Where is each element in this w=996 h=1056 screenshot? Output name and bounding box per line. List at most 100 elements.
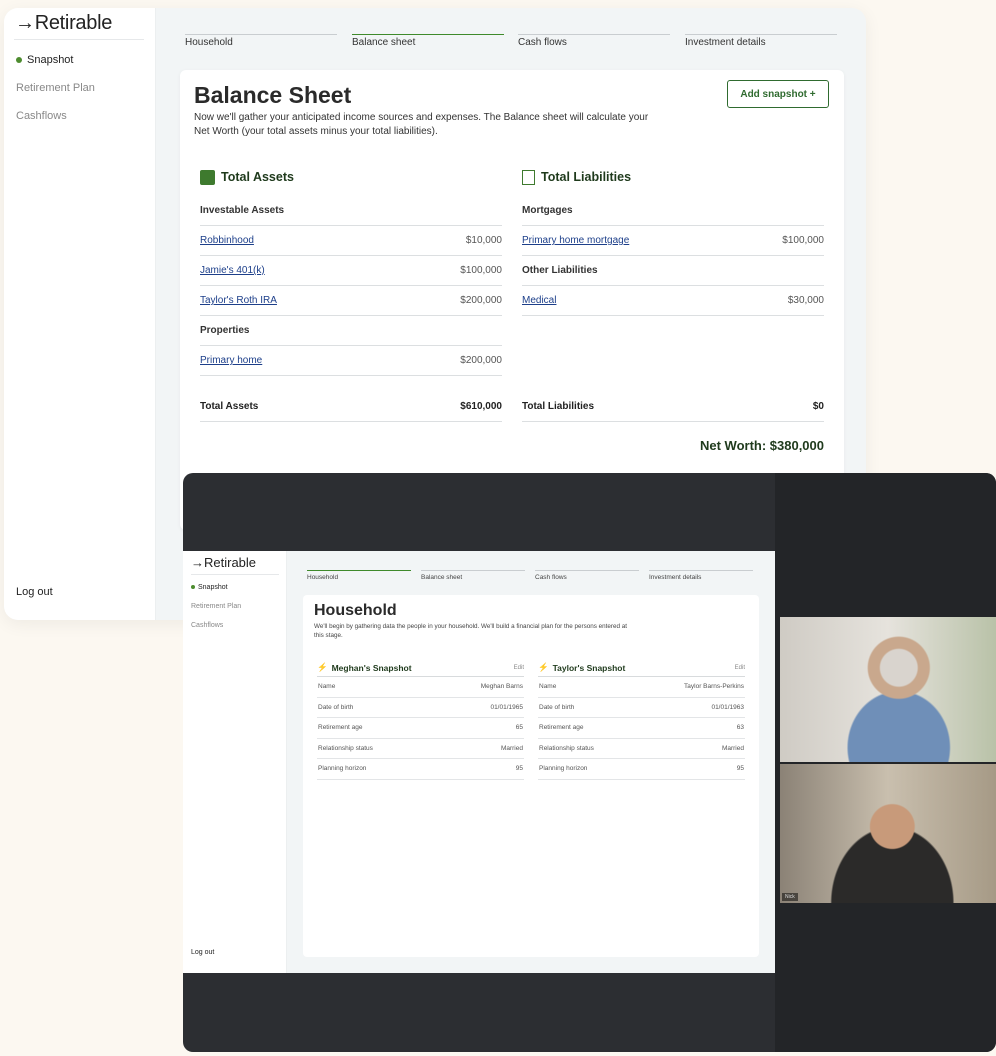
divider: [191, 574, 279, 575]
value: $200,000: [460, 295, 502, 306]
value: 65: [515, 724, 523, 732]
value: $610,000: [460, 401, 502, 412]
table-row: Robbinhood $10,000: [200, 226, 502, 256]
participant-name-label: Nick: [782, 893, 798, 901]
table-row: Relationship status Married: [538, 739, 745, 759]
table-row: Date of birth 01/01/1963: [538, 698, 745, 718]
assets-column: Total Assets Investable Assets Robbinhoo…: [200, 166, 502, 422]
label: Mortgages: [522, 205, 573, 216]
edit-button[interactable]: Edit: [514, 665, 524, 671]
sidebar-item-cashflows[interactable]: Cashflows: [16, 110, 67, 122]
add-snapshot-button[interactable]: Add snapshot +: [727, 80, 829, 108]
liability-link[interactable]: Primary home mortgage: [522, 235, 629, 246]
liabilities-column: Total Liabilities Mortgages Primary home…: [522, 166, 824, 453]
total-assets-row: Total Assets $610,000: [200, 392, 502, 422]
tab-cash-flows[interactable]: Cash flows: [518, 34, 670, 48]
table-row: Retirement age 63: [538, 718, 745, 739]
active-dot-icon: [16, 57, 22, 64]
divider: [14, 39, 144, 40]
active-dot-icon: [191, 585, 195, 590]
page-description: Now we'll gather your anticipated income…: [194, 112, 649, 137]
label: Planning horizon: [318, 765, 367, 773]
sidebar-item-retirement-plan[interactable]: Retirement Plan: [191, 603, 241, 610]
shared-sidebar: →Retirable Snapshot Retirement Plan Cash…: [183, 551, 287, 973]
label: Relationship status: [539, 744, 594, 752]
group-header: Mortgages: [522, 196, 824, 226]
label: Date of birth: [318, 703, 354, 711]
total-liabilities-row: Total Liabilities $0: [522, 392, 824, 422]
liability-link[interactable]: Medical: [522, 295, 556, 306]
label: Retirement age: [318, 724, 363, 732]
table-row: Taylor's Roth IRA $200,000: [200, 286, 502, 316]
value: Married: [721, 744, 744, 752]
page-description: We'll begin by gathering data the people…: [314, 623, 628, 639]
value: $100,000: [460, 265, 502, 276]
participant-video-woman[interactable]: [780, 617, 996, 762]
label: Properties: [200, 325, 250, 336]
lightning-icon: ⚡: [538, 662, 549, 672]
tab-household[interactable]: Household: [185, 34, 337, 48]
logo: →Retirable: [191, 555, 257, 570]
logo: →Retirable: [15, 12, 113, 34]
shared-screen: →Retirable Snapshot Retirement Plan Cash…: [183, 551, 775, 973]
tab-balance-sheet[interactable]: Balance sheet: [352, 34, 504, 48]
asset-link[interactable]: Robbinhood: [200, 235, 254, 246]
group-header: Other Liabilities: [522, 256, 824, 286]
label: Snapshot: [198, 584, 228, 591]
table-row: Relationship status Married: [317, 739, 524, 759]
table-row: Medical $30,000: [522, 286, 824, 316]
sidebar-item-snapshot[interactable]: Snapshot: [191, 584, 228, 591]
liabilities-heading: Total Liabilities: [541, 170, 632, 184]
table-row: Name Taylor Barns-Perkins: [538, 677, 745, 698]
net-worth: Net Worth: $380,000: [699, 438, 824, 453]
assets-heading: Total Assets: [221, 170, 294, 184]
tab-household[interactable]: Household: [307, 570, 411, 581]
tab-investment-details[interactable]: Investment details: [685, 34, 837, 48]
label: Name: [318, 683, 336, 691]
value: $100,000: [782, 235, 824, 246]
sidebar: →Retirable Snapshot Retirement Plan Cash…: [4, 8, 156, 620]
sidebar-item-retirement-plan[interactable]: Retirement Plan: [16, 82, 95, 94]
label: Retirement age: [539, 724, 584, 732]
table-row: Retirement age 65: [317, 718, 524, 739]
label: Other Liabilities: [522, 265, 598, 276]
table-row: Planning horizon 95: [538, 759, 745, 780]
value: $30,000: [787, 295, 824, 306]
label: Investable Assets: [200, 205, 285, 216]
table-row: Name Meghan Barns: [317, 677, 524, 698]
taylor-snapshot: ⚡ Taylor's Snapshot Edit Name Taylor Barns…: [538, 659, 745, 780]
page-title: Balance Sheet: [194, 82, 352, 108]
tab-balance-sheet[interactable]: Balance sheet: [421, 570, 525, 581]
money-shield-icon: [200, 169, 215, 185]
value: 95: [515, 765, 523, 773]
participants-panel: Nick: [775, 473, 996, 1052]
label: Total Liabilities: [522, 401, 595, 412]
label: Relationship status: [318, 744, 373, 752]
value: 63: [736, 724, 744, 732]
asset-link[interactable]: Taylor's Roth IRA: [200, 295, 277, 306]
sidebar-item-cashflows[interactable]: Cashflows: [191, 622, 223, 629]
value: Meghan Barns: [480, 683, 523, 691]
edit-button[interactable]: Edit: [735, 665, 745, 671]
ledger-icon: [522, 169, 535, 185]
video-call-window: →Retirable Snapshot Retirement Plan Cash…: [183, 473, 996, 1052]
sidebar-item-snapshot[interactable]: Snapshot: [16, 54, 73, 66]
logout-link[interactable]: Log out: [191, 949, 214, 956]
group-header: Properties: [200, 316, 502, 346]
table-row: Date of birth 01/01/1965: [317, 698, 524, 718]
tab-cash-flows[interactable]: Cash flows: [535, 570, 639, 581]
table-row: Primary home mortgage $100,000: [522, 226, 824, 256]
participant-video-nick[interactable]: Nick: [780, 764, 996, 903]
snapshot-title: Taylor's Snapshot: [552, 662, 626, 673]
meghan-snapshot: ⚡ Meghan's Snapshot Edit Name Meghan Barns…: [317, 659, 524, 780]
value: $10,000: [465, 235, 502, 246]
asset-link[interactable]: Jamie's 401(k): [200, 265, 265, 276]
label: Planning horizon: [539, 765, 588, 773]
asset-link[interactable]: Primary home: [200, 355, 262, 366]
logout-link[interactable]: Log out: [16, 586, 53, 598]
value: Taylor Barns-Perkins: [684, 683, 744, 691]
value: $200,000: [460, 355, 502, 366]
household-card: Household We'll begin by gathering data …: [303, 595, 759, 957]
balance-sheet-card: Balance Sheet Now we'll gather your anti…: [180, 70, 844, 530]
tab-investment-details[interactable]: Investment details: [649, 570, 753, 581]
